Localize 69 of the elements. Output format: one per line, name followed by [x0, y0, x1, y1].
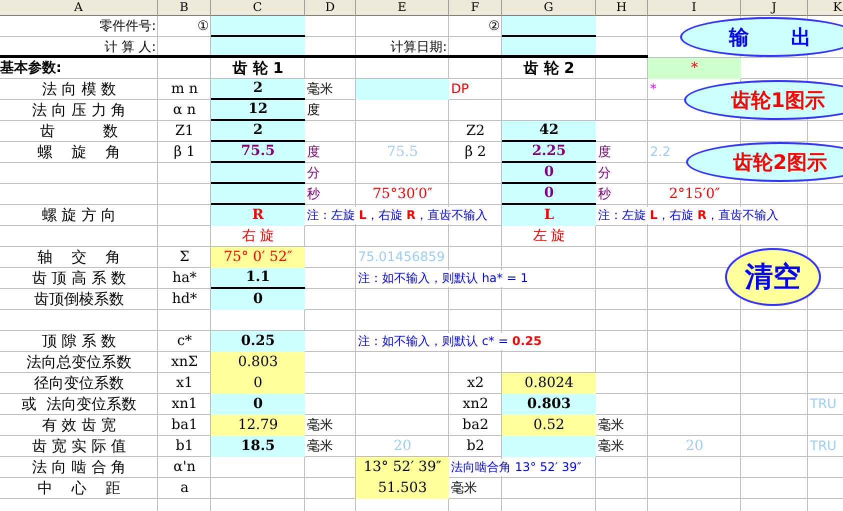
row-label: 法 向 压 力 角: [32, 102, 126, 118]
field-label: 零件件号:: [100, 18, 156, 34]
cell-value: R: [252, 206, 264, 224]
cell-value: 2: [253, 80, 263, 97]
cell-value: 右 旋: [242, 228, 274, 244]
unit-text: 毫米: [307, 438, 333, 454]
unit-text: 秒: [598, 186, 611, 202]
unit-text: 毫米: [598, 438, 624, 454]
cell-value: 0.25: [240, 332, 276, 350]
row-label: 法 向 模 数: [42, 80, 116, 98]
cell-value: *: [691, 60, 698, 76]
unit-text: 毫米: [451, 480, 477, 496]
cell-value: 75° 0′ 52″: [224, 248, 292, 266]
cell-value: 75.5: [240, 143, 276, 160]
cell-value: 左 旋: [532, 228, 566, 244]
row-label: 顶 隙 系 数: [42, 332, 116, 350]
cell-value: 0.52: [533, 416, 565, 434]
row-label: 或 法向变位系数: [22, 396, 136, 412]
cell-value: 2: [253, 122, 263, 139]
unit-text: 毫米: [307, 80, 333, 98]
note-text: 注：如不输入，则默认 ha* = 1: [358, 270, 528, 286]
unit-text: 度: [598, 144, 611, 160]
unit-text: 度: [307, 102, 320, 118]
row-label: 法向总变位系数: [26, 354, 132, 370]
row-label: 有 效 齿 宽: [42, 416, 116, 434]
cell-value: 51.503: [378, 480, 427, 496]
unit-text: 分: [598, 164, 611, 182]
row-label: 中 心 距: [37, 480, 121, 496]
row-label: 螺 旋 方 向: [42, 206, 116, 224]
unit-text: 分: [307, 164, 320, 182]
note-text: 注：左旋 L，右旋 R，直齿不输入: [307, 206, 488, 224]
row-label: 齿 宽 实 际 值: [32, 438, 126, 454]
column-title: 齿 轮 2: [524, 60, 574, 76]
row-label: 螺 旋 角: [37, 144, 121, 160]
row-label: 法 向 啮 合 角: [32, 458, 126, 476]
cell-value: 0: [253, 396, 263, 412]
note-text: 法向啮合角 13° 52′ 39″: [451, 458, 582, 476]
note-text: 注：左旋 L，右旋 R，直齿不输入: [598, 206, 779, 224]
row-label: 齿 数: [40, 122, 118, 140]
cell-value: 0: [544, 164, 554, 181]
cell-value: 1.1: [246, 269, 270, 286]
unit-text: 度: [307, 144, 320, 160]
cell-value: 0.803: [527, 396, 571, 412]
column-title: 齿 轮 1: [232, 60, 284, 76]
cell-value: 0.803: [238, 354, 278, 370]
cell-value: 2.25: [532, 143, 566, 160]
cell-value: 0: [544, 185, 554, 202]
cell-value: 12.79: [238, 416, 278, 434]
field-label: 计算日期:: [390, 38, 447, 56]
row-label: 径向变位系数: [34, 374, 124, 392]
cell-value: 12: [248, 101, 268, 118]
unit-text: 秒: [307, 186, 320, 202]
cell-value: 0: [254, 374, 262, 392]
unit-text: 毫米: [598, 416, 624, 434]
symbol-text: β 1: [174, 144, 196, 160]
section-heading: 基本参数:: [0, 60, 62, 76]
field-label: 计 算 人:: [104, 38, 156, 56]
cell-value: 42: [539, 122, 559, 139]
row-label: 轴 交 角: [37, 248, 121, 266]
symbol-text: β 2: [464, 144, 486, 160]
note-text: 注：如不输入，则默认 c* = 0.25: [358, 332, 542, 350]
cell-value: 0.8024: [524, 374, 574, 392]
unit-text: 毫米: [307, 416, 333, 434]
row-label: 齿顶倒棱系数: [34, 290, 124, 308]
cell-value: 13° 52′ 39″: [364, 458, 442, 476]
cell-value: 0: [253, 290, 263, 308]
cell-value: 18.5: [240, 438, 276, 454]
cell-value: L: [544, 206, 554, 224]
row-label: 齿 顶 高 系 数: [32, 270, 126, 286]
